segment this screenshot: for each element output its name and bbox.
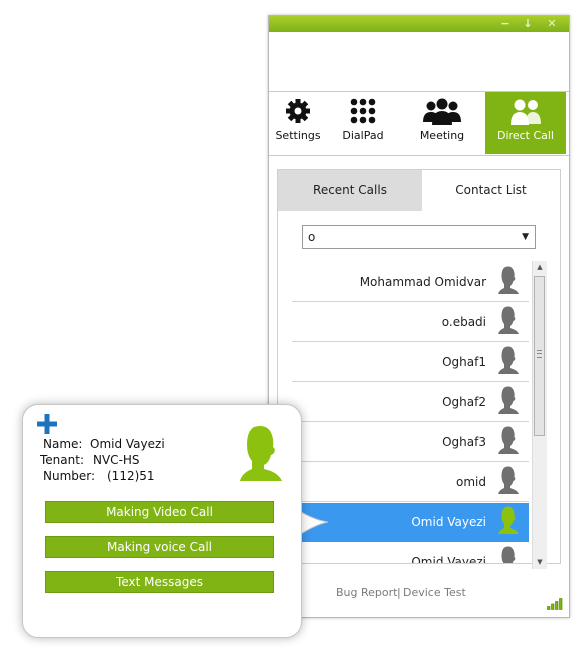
signal-strength-icon <box>547 598 563 610</box>
contact-list-scrollbar[interactable]: ▲ ▼ <box>532 261 547 569</box>
contact-name: Oghaf3 <box>442 435 486 449</box>
text-messages-button[interactable]: Text Messages <box>45 571 274 593</box>
number-value: (112)51 <box>107 469 155 483</box>
list-item[interactable]: omid <box>292 463 529 502</box>
search-input[interactable]: o <box>308 230 315 244</box>
dialpad-label: DialPad <box>342 129 384 142</box>
name-label: Name: <box>43 437 83 451</box>
voice-call-button[interactable]: Making voice Call <box>45 536 274 558</box>
tenant-label: Tenant: <box>40 453 84 467</box>
scrollbar-thumb[interactable] <box>534 276 545 436</box>
number-label: Number: <box>43 469 96 483</box>
contact-name: Oghaf2 <box>442 395 486 409</box>
main-toolbar: Settings DialPad Meeting Direct Call <box>269 91 569 156</box>
dialpad-icon <box>350 98 376 127</box>
meeting-button[interactable]: Meeting <box>409 92 475 154</box>
list-item[interactable]: Omid Vayezi <box>292 543 529 563</box>
settings-label: Settings <box>275 129 321 142</box>
close-icon[interactable]: ✕ <box>545 17 559 31</box>
contact-avatar-icon <box>497 346 521 379</box>
collapse-icon[interactable]: ↓ <box>521 17 535 31</box>
contact-details-popup: Name: Omid Vayezi Tenant: NVC-HS Number:… <box>22 404 302 638</box>
add-contact-icon[interactable] <box>36 413 58 439</box>
contact-name: o.ebadi <box>441 315 486 329</box>
scroll-up-arrow-icon[interactable]: ▲ <box>533 261 547 274</box>
contact-avatar-icon <box>497 426 521 459</box>
contact-avatar-icon <box>497 266 521 299</box>
scroll-down-arrow-icon[interactable]: ▼ <box>533 556 547 569</box>
gear-icon <box>285 98 311 127</box>
list-item[interactable]: Oghaf1 <box>292 343 529 382</box>
settings-button[interactable]: Settings <box>269 92 327 154</box>
list-item[interactable]: o.ebadi <box>292 303 529 342</box>
popup-pointer <box>298 509 329 537</box>
tab-contact-list[interactable]: Contact List <box>422 170 560 211</box>
minimize-icon[interactable]: − <box>498 17 512 31</box>
contact-search-combobox[interactable]: o ▼ <box>302 225 536 249</box>
meeting-icon <box>423 98 461 129</box>
contact-name: Omid Vayezi <box>411 515 486 529</box>
contact-avatar-icon <box>238 425 284 485</box>
contact-avatar-icon <box>497 386 521 419</box>
direct-call-label: Direct Call <box>497 129 554 142</box>
list-item[interactable]: Oghaf3 <box>292 423 529 462</box>
contact-name: Mohammad Omidvar <box>359 275 486 289</box>
list-item[interactable]: Mohammad Omidvar <box>292 263 529 302</box>
contacts-panel: Recent Calls Contact List o ▼ Mohammad O… <box>277 169 561 564</box>
contact-avatar-icon <box>497 306 521 339</box>
contact-name: Oghaf1 <box>442 355 486 369</box>
title-bar: − ↓ ✕ <box>269 16 569 32</box>
dialpad-button[interactable]: DialPad <box>333 92 393 154</box>
chevron-down-icon[interactable]: ▼ <box>522 226 529 248</box>
contact-avatar-icon <box>497 546 521 563</box>
footer-separator: | <box>397 586 401 599</box>
direct-call-icon <box>510 98 541 129</box>
contact-name: omid <box>456 475 486 489</box>
meeting-label: Meeting <box>419 129 465 142</box>
contact-avatar-icon <box>497 466 521 499</box>
contact-name: Omid Vayezi <box>411 555 486 563</box>
video-call-button[interactable]: Making Video Call <box>45 501 274 523</box>
device-test-link[interactable]: Device Test <box>403 586 466 599</box>
name-value: Omid Vayezi <box>90 437 165 451</box>
contact-avatar-icon <box>497 506 521 539</box>
tenant-value: NVC-HS <box>93 453 140 467</box>
bug-report-link[interactable]: Bug Report <box>336 586 397 599</box>
list-item[interactable]: Oghaf2 <box>292 383 529 422</box>
tab-recent-calls[interactable]: Recent Calls <box>278 170 422 211</box>
direct-call-button[interactable]: Direct Call <box>485 92 566 154</box>
